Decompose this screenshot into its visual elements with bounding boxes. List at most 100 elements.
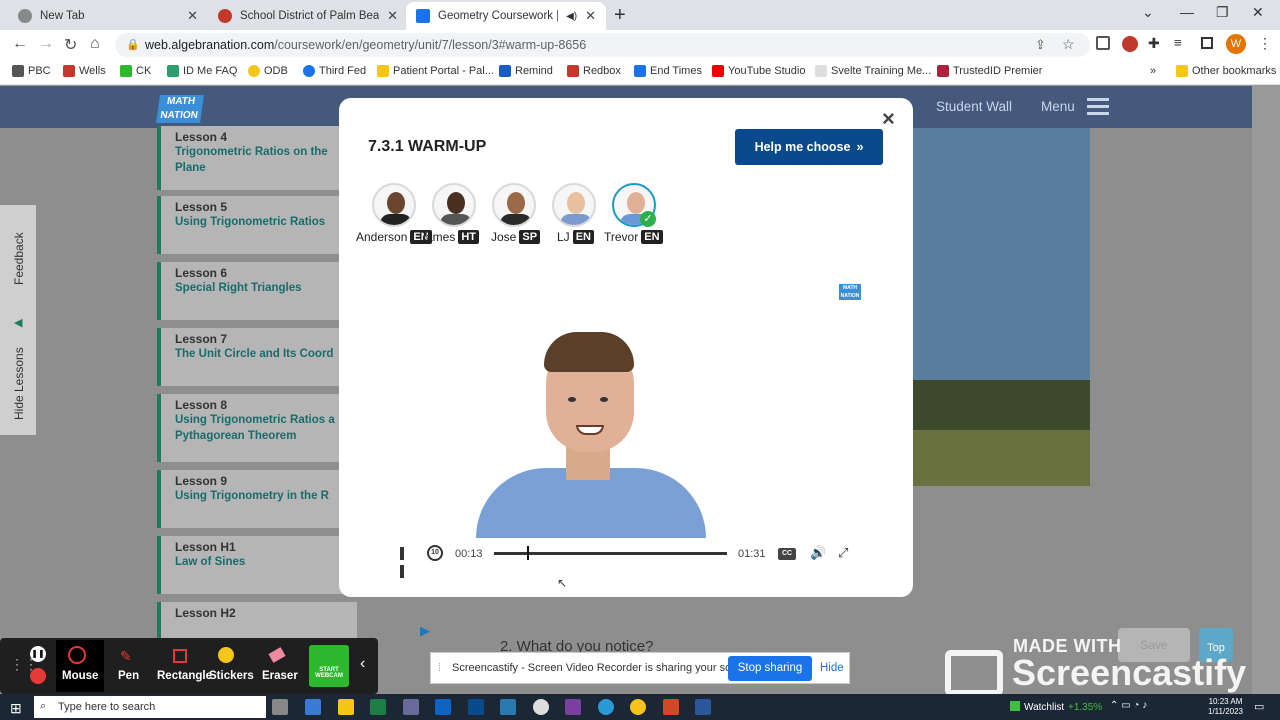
back-icon[interactable]: ← bbox=[12, 35, 28, 53]
profile-avatar[interactable]: W bbox=[1226, 34, 1246, 54]
outlook-icon[interactable] bbox=[435, 699, 451, 715]
tutor-avatar[interactable] bbox=[372, 183, 416, 227]
bookmark-ck[interactable]: CK bbox=[120, 65, 151, 77]
new-tab-button[interactable]: + bbox=[614, 4, 626, 27]
extension-icon[interactable] bbox=[1096, 36, 1110, 50]
lesson-item[interactable]: Lesson 5 Using Trigonometric Ratios bbox=[157, 196, 357, 254]
watchlist-label[interactable]: Watchlist bbox=[1024, 702, 1064, 713]
powerpoint-icon[interactable] bbox=[663, 699, 679, 715]
tab-school-district[interactable]: School District of Palm Beach Co ✕ bbox=[208, 2, 408, 30]
triangle-right-icon[interactable]: ▶ bbox=[420, 623, 430, 639]
tutor-name[interactable]: Jose SP bbox=[491, 230, 541, 244]
fullscreen-icon[interactable]: ⤢ bbox=[838, 545, 848, 561]
start-webcam-button[interactable]: START WEBCAM bbox=[309, 645, 349, 687]
close-window-button[interactable]: ✕ bbox=[1252, 4, 1264, 21]
help-me-choose-button[interactable]: Help me choose» bbox=[735, 129, 883, 165]
collapse-chevron-icon[interactable]: ‹ bbox=[360, 655, 365, 673]
forward-icon[interactable]: → bbox=[38, 35, 54, 53]
reload-icon[interactable]: ↻ bbox=[64, 35, 77, 55]
bookmark-star-icon[interactable]: ☆ bbox=[1062, 36, 1075, 53]
tab-new-tab[interactable]: New Tab ✕ bbox=[8, 2, 208, 30]
more-bookmarks[interactable]: » bbox=[1150, 65, 1156, 77]
pause-recording-icon[interactable]: ❚❚ bbox=[30, 646, 46, 662]
teams-icon[interactable] bbox=[403, 699, 419, 715]
rectangle-tool-label[interactable]: Rectangle bbox=[157, 670, 212, 682]
hide-button[interactable]: Hide bbox=[820, 662, 844, 674]
bookmark-odb[interactable]: ODB bbox=[248, 65, 288, 77]
other-bookmarks[interactable]: Other bookmarks bbox=[1176, 65, 1276, 77]
seek-handle[interactable] bbox=[527, 546, 530, 560]
replay-10-icon[interactable]: 10 bbox=[427, 545, 443, 561]
tutor-avatar[interactable] bbox=[432, 183, 476, 227]
feedback-tab[interactable]: Feedback bbox=[12, 232, 26, 285]
lesson-item[interactable]: Lesson 8 Using Trigonometric Ratios a Pyt… bbox=[157, 394, 357, 462]
side-panel-icon[interactable] bbox=[1201, 37, 1213, 49]
tray-icons[interactable]: ⌃ ▭ ◔ ♪ bbox=[1110, 700, 1147, 711]
lesson-item[interactable]: Lesson H2 bbox=[157, 602, 357, 642]
puzzle-icon[interactable]: ✚ bbox=[1148, 35, 1160, 52]
stop-recording-icon[interactable] bbox=[30, 668, 46, 684]
stickers-tool-label[interactable]: Stickers bbox=[209, 670, 254, 682]
calculator-app-icon[interactable] bbox=[305, 699, 321, 715]
stop-sharing-button[interactable]: Stop sharing bbox=[728, 656, 812, 681]
clock[interactable]: 10:23 AM 1/11/2023 bbox=[1208, 697, 1243, 717]
lesson-item[interactable]: Lesson 7 The Unit Circle and Its Coord bbox=[157, 328, 357, 386]
drag-handle-icon[interactable]: ⁞ bbox=[438, 662, 441, 674]
chrome-menu-icon[interactable]: ⋮ bbox=[1258, 35, 1272, 52]
audio-playing-icon[interactable]: ◀) bbox=[566, 11, 577, 22]
tutor-name[interactable]: Trevor EN bbox=[604, 230, 663, 244]
notification-icon[interactable]: ▭ bbox=[1254, 700, 1264, 713]
lesson-item[interactable]: Lesson H1 Law of Sines bbox=[157, 536, 357, 594]
close-tab-icon[interactable]: ✕ bbox=[585, 8, 596, 24]
hide-lessons-tab[interactable]: Hide Lessons bbox=[12, 347, 26, 420]
triangle-left-icon[interactable]: ◀ bbox=[14, 316, 22, 329]
close-tab-icon[interactable]: ✕ bbox=[387, 8, 398, 24]
pen-tool-label[interactable]: Pen bbox=[118, 670, 139, 682]
tab-geometry-coursework[interactable]: Geometry Coursework | Unit ◀) ✕ bbox=[406, 2, 606, 30]
bookmark-patient-portal[interactable]: Patient Portal - Pal... bbox=[377, 65, 494, 77]
task-view-icon[interactable] bbox=[272, 699, 288, 715]
bookmark-remind[interactable]: Remind bbox=[499, 65, 553, 77]
tutor-avatar[interactable] bbox=[552, 183, 596, 227]
file-explorer-icon[interactable] bbox=[338, 699, 354, 715]
mouse-tool-label[interactable]: Mouse bbox=[62, 670, 98, 682]
excel-icon[interactable] bbox=[370, 699, 386, 715]
bookmark-id-me-faq[interactable]: ID Me FAQ bbox=[167, 65, 237, 77]
bookmark-pbc[interactable]: PBC bbox=[12, 65, 51, 77]
student-wall-link[interactable]: Student Wall bbox=[936, 99, 1012, 114]
close-tab-icon[interactable]: ✕ bbox=[187, 8, 198, 24]
bookmark-svelte-training[interactable]: Svelte Training Me... bbox=[815, 65, 931, 77]
home-icon[interactable]: ⌂ bbox=[90, 35, 100, 53]
bookmark-end-times[interactable]: End Times bbox=[634, 65, 702, 77]
lock-icon[interactable]: 🔒 bbox=[126, 38, 140, 51]
app-icon[interactable] bbox=[468, 699, 484, 715]
bookmark-redbox[interactable]: Redbox bbox=[567, 65, 621, 77]
maximize-button[interactable]: ❐ bbox=[1216, 4, 1229, 21]
eraser-tool-label[interactable]: Eraser bbox=[262, 670, 298, 682]
mail-icon[interactable] bbox=[500, 699, 516, 715]
tab-search-icon[interactable]: ⌄ bbox=[1142, 4, 1154, 21]
hamburger-icon[interactable] bbox=[1087, 98, 1109, 116]
extension-badge-icon[interactable] bbox=[1122, 36, 1138, 52]
chrome-icon[interactable] bbox=[630, 699, 646, 715]
bookmark-trustedid[interactable]: TrustedID Premier bbox=[937, 65, 1042, 77]
app-icon[interactable] bbox=[533, 699, 549, 715]
tutor-name[interactable]: James HT bbox=[423, 230, 479, 244]
tutor-name[interactable]: Anderson EN bbox=[356, 230, 432, 244]
tutor-avatar[interactable] bbox=[492, 183, 536, 227]
close-icon[interactable]: × bbox=[882, 106, 895, 132]
captions-icon[interactable]: CC bbox=[778, 548, 796, 560]
volume-icon[interactable]: 🔊 bbox=[810, 545, 826, 561]
windows-start-icon[interactable]: ⊞ bbox=[10, 700, 22, 717]
onenote-icon[interactable] bbox=[565, 699, 581, 715]
bookmark-wells[interactable]: Wells bbox=[63, 65, 106, 77]
pause-icon[interactable] bbox=[400, 547, 412, 578]
share-icon[interactable]: ⇪ bbox=[1035, 37, 1046, 53]
lesson-item[interactable]: Lesson 9 Using Trigonometry in the R bbox=[157, 470, 357, 528]
menu-link[interactable]: Menu bbox=[1041, 99, 1075, 114]
bookmark-youtube-studio[interactable]: YouTube Studio bbox=[712, 65, 805, 77]
lesson-item[interactable]: Lesson 4 Trigonometric Ratios on the Plan… bbox=[157, 126, 357, 190]
lesson-item[interactable]: Lesson 6 Special Right Triangles bbox=[157, 262, 357, 320]
reading-list-icon[interactable]: ≡ bbox=[1174, 35, 1182, 50]
edge-icon[interactable] bbox=[598, 699, 614, 715]
